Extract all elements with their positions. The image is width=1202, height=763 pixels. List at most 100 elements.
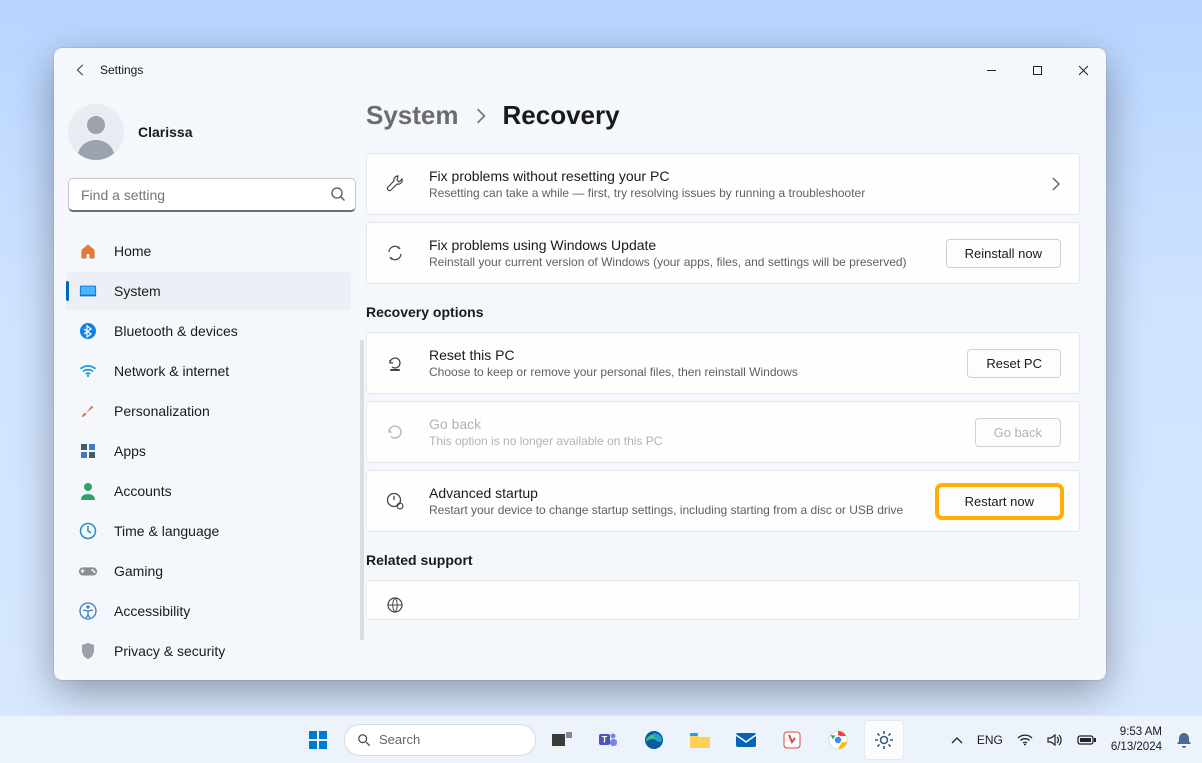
app-pinned-1[interactable] xyxy=(772,720,812,760)
sidebar-item-label: Apps xyxy=(114,443,146,459)
search-field[interactable] xyxy=(68,178,356,212)
card-title: Fix problems without resetting your PC xyxy=(429,168,1029,184)
explorer-icon[interactable] xyxy=(680,720,720,760)
wrench-icon xyxy=(385,174,407,194)
taskbar-search[interactable]: Search xyxy=(344,724,536,756)
sidebar-item-privacy[interactable]: Privacy & security xyxy=(66,632,351,670)
search-icon xyxy=(357,733,371,747)
chevron-right-icon xyxy=(475,107,487,125)
sidebar-item-label: Time & language xyxy=(114,523,219,539)
card-title: Reset this PC xyxy=(429,347,945,363)
sidebar-item-label: System xyxy=(114,283,161,299)
sidebar-scrollbar[interactable] xyxy=(360,340,364,640)
mail-icon[interactable] xyxy=(726,720,766,760)
sidebar-item-network[interactable]: Network & internet xyxy=(66,352,351,390)
tray-language[interactable]: ENG xyxy=(977,733,1003,747)
username: Clarissa xyxy=(138,124,192,140)
sidebar: Clarissa Home System Bluetooth & devices… xyxy=(54,92,366,680)
accessibility-icon xyxy=(78,601,98,621)
search-icon xyxy=(330,186,346,202)
sync-icon xyxy=(385,243,407,263)
tray-clock[interactable]: 9:53 AM 6/13/2024 xyxy=(1111,725,1162,754)
nav-list: Home System Bluetooth & devices Network … xyxy=(62,230,362,680)
card-title: Go back xyxy=(429,416,953,432)
go-back-button: Go back xyxy=(975,418,1061,447)
person-icon xyxy=(78,481,98,501)
sidebar-item-label: Personalization xyxy=(114,403,210,419)
tray-battery-icon[interactable] xyxy=(1077,734,1097,746)
start-button[interactable] xyxy=(298,720,338,760)
card-windows-update: Fix problems using Windows Update Reinst… xyxy=(366,222,1080,284)
card-subtitle: Restart your device to change startup se… xyxy=(429,503,916,517)
card-related-support[interactable] xyxy=(366,580,1080,620)
maximize-button[interactable] xyxy=(1014,54,1060,86)
shield-icon xyxy=(78,641,98,661)
teams-icon[interactable]: T xyxy=(588,720,628,760)
card-subtitle: Choose to keep or remove your personal f… xyxy=(429,365,945,379)
restart-now-button[interactable]: Restart now xyxy=(938,486,1061,517)
tray-volume-icon[interactable] xyxy=(1047,733,1063,747)
sidebar-item-time[interactable]: Time & language xyxy=(66,512,351,550)
card-troubleshoot[interactable]: Fix problems without resetting your PC R… xyxy=(366,153,1080,215)
globe-icon xyxy=(385,595,407,615)
user-block[interactable]: Clarissa xyxy=(62,100,362,178)
back-button[interactable] xyxy=(66,63,96,77)
reset-icon xyxy=(385,353,407,373)
task-view-button[interactable] xyxy=(542,720,582,760)
brush-icon xyxy=(78,401,98,421)
power-gear-icon xyxy=(385,491,407,511)
breadcrumb: System Recovery xyxy=(366,100,1080,131)
card-go-back: Go back This option is no longer availab… xyxy=(366,401,1080,463)
sidebar-item-label: Home xyxy=(114,243,151,259)
avatar xyxy=(68,104,124,160)
card-subtitle: This option is no longer available on th… xyxy=(429,434,953,448)
sidebar-item-apps[interactable]: Apps xyxy=(66,432,351,470)
wifi-icon xyxy=(78,361,98,381)
breadcrumb-category[interactable]: System xyxy=(366,100,459,131)
sidebar-item-label: Network & internet xyxy=(114,363,229,379)
breadcrumb-page: Recovery xyxy=(503,100,620,131)
chrome-icon[interactable] xyxy=(818,720,858,760)
sidebar-item-label: Accessibility xyxy=(114,603,190,619)
sidebar-item-accounts[interactable]: Accounts xyxy=(66,472,351,510)
clock-globe-icon xyxy=(78,521,98,541)
card-title: Fix problems using Windows Update xyxy=(429,237,924,253)
home-icon xyxy=(78,241,98,261)
history-icon xyxy=(385,422,407,442)
sidebar-item-gaming[interactable]: Gaming xyxy=(66,552,351,590)
apps-icon xyxy=(78,441,98,461)
search-input[interactable] xyxy=(68,178,356,212)
sidebar-item-label: Accounts xyxy=(114,483,172,499)
sidebar-item-system[interactable]: System xyxy=(66,272,351,310)
sidebar-item-label: Bluetooth & devices xyxy=(114,323,238,339)
restart-now-highlight: Restart now xyxy=(938,486,1061,517)
reset-pc-button[interactable]: Reset PC xyxy=(967,349,1061,378)
main-content: System Recovery Fix problems without res… xyxy=(366,92,1106,680)
sidebar-item-accessibility[interactable]: Accessibility xyxy=(66,592,351,630)
reinstall-now-button[interactable]: Reinstall now xyxy=(946,239,1061,268)
close-button[interactable] xyxy=(1060,54,1106,86)
tray-chevron-up-icon[interactable] xyxy=(951,736,963,744)
window-title: Settings xyxy=(100,63,143,77)
edge-icon[interactable] xyxy=(634,720,674,760)
tray-date: 6/13/2024 xyxy=(1111,740,1162,754)
tray-wifi-icon[interactable] xyxy=(1017,734,1033,746)
section-related-support: Related support xyxy=(366,552,1080,568)
card-subtitle: Resetting can take a while — first, try … xyxy=(429,186,1029,200)
bluetooth-icon xyxy=(78,321,98,341)
sidebar-item-label: Gaming xyxy=(114,563,163,579)
titlebar: Settings xyxy=(54,48,1106,92)
minimize-button[interactable] xyxy=(968,54,1014,86)
sidebar-item-label: Privacy & security xyxy=(114,643,225,659)
tray-notifications-icon[interactable] xyxy=(1176,731,1192,749)
chevron-right-icon xyxy=(1051,177,1061,191)
taskbar: Search T ENG 9:53 AM 6/13/2024 xyxy=(0,715,1202,763)
gamepad-icon xyxy=(78,561,98,581)
card-reset-pc: Reset this PC Choose to keep or remove y… xyxy=(366,332,1080,394)
settings-taskbar-icon[interactable] xyxy=(864,720,904,760)
card-advanced-startup: Advanced startup Restart your device to … xyxy=(366,470,1080,532)
sidebar-item-bluetooth[interactable]: Bluetooth & devices xyxy=(66,312,351,350)
section-recovery-options: Recovery options xyxy=(366,304,1080,320)
sidebar-item-home[interactable]: Home xyxy=(66,232,351,270)
sidebar-item-personalization[interactable]: Personalization xyxy=(66,392,351,430)
